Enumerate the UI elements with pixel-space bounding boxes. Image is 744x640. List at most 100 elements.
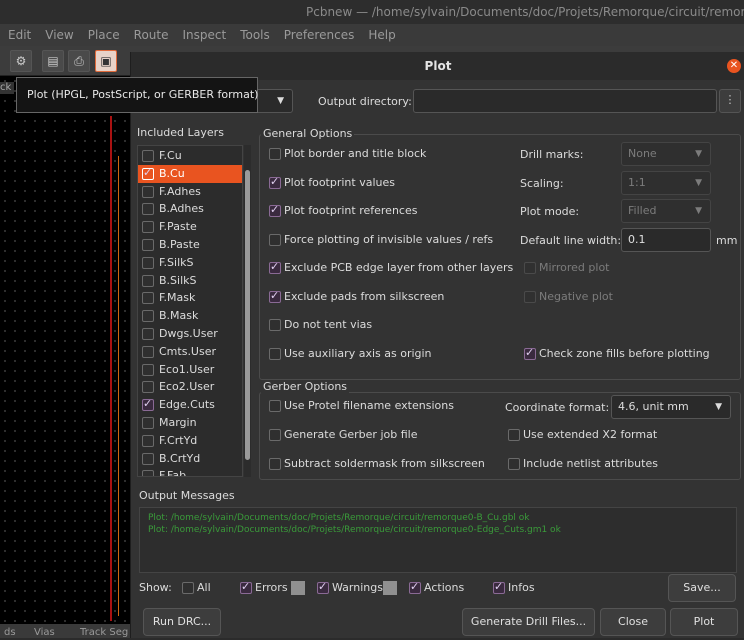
- layer-checkbox[interactable]: [142, 292, 154, 305]
- generate-drill-files-button[interactable]: Generate Drill Files...: [462, 608, 595, 636]
- layers-scroll-thumb[interactable]: [245, 170, 250, 460]
- show-actions-option[interactable]: Actions: [409, 580, 479, 596]
- save-messages-button[interactable]: Save...: [668, 574, 736, 602]
- general-option-checkbox[interactable]: [269, 148, 281, 160]
- layer-checkbox[interactable]: [142, 397, 154, 412]
- general-option[interactable]: Do not tent vias: [269, 317, 509, 333]
- extended-x2-checkbox[interactable]: [508, 429, 520, 441]
- layer-checkbox[interactable]: [142, 203, 154, 216]
- menu-help[interactable]: Help: [368, 24, 395, 46]
- show-warnings-checkbox[interactable]: [317, 580, 329, 594]
- layer-checkbox[interactable]: [142, 256, 154, 269]
- show-errors-checkbox[interactable]: [240, 580, 252, 594]
- general-option[interactable]: Plot border and title block: [269, 146, 509, 162]
- layer-item[interactable]: Eco2.User: [138, 378, 242, 396]
- check-zone-fills-checkbox[interactable]: [524, 346, 536, 360]
- general-option[interactable]: Force plotting of invisible values / ref…: [269, 232, 509, 248]
- general-option-checkbox[interactable]: [269, 203, 281, 217]
- menu-edit[interactable]: Edit: [8, 24, 31, 46]
- layers-list[interactable]: F.Cu B.Cu F.Adhes B.Adhes F.Paste B.Paste F.Si…: [137, 145, 243, 477]
- layer-checkbox[interactable]: [142, 417, 154, 429]
- general-option[interactable]: Plot footprint references: [269, 203, 509, 219]
- general-option-checkbox[interactable]: [269, 175, 281, 189]
- output-messages-panel[interactable]: Plot: /home/sylvain/Documents/doc/Projet…: [139, 507, 737, 573]
- subtract-soldermask-option[interactable]: Subtract soldermask from silkscreen: [269, 456, 499, 472]
- general-option[interactable]: Use auxiliary axis as origin: [269, 346, 509, 362]
- mirrored-plot-checkbox[interactable]: [524, 262, 536, 274]
- protel-extensions-checkbox[interactable]: [269, 400, 281, 412]
- layer-checkbox[interactable]: [142, 274, 154, 287]
- menu-route[interactable]: Route: [134, 24, 169, 46]
- layer-item[interactable]: F.Adhes: [138, 183, 242, 201]
- plot-mode-select[interactable]: Filled ▼: [621, 199, 711, 223]
- layer-checkbox[interactable]: [142, 345, 154, 358]
- page-settings-icon[interactable]: ▤: [42, 50, 64, 72]
- layer-item[interactable]: Margin: [138, 414, 242, 432]
- general-option-checkbox[interactable]: [269, 289, 281, 303]
- negative-plot-option[interactable]: Negative plot: [524, 289, 704, 305]
- show-infos-checkbox[interactable]: [493, 580, 505, 594]
- layer-item[interactable]: F.Fab: [138, 467, 242, 476]
- pcb-canvas[interactable]: [0, 76, 130, 624]
- output-directory-input[interactable]: [413, 89, 717, 113]
- menu-inspect[interactable]: Inspect: [182, 24, 226, 46]
- layer-checkbox[interactable]: [142, 310, 154, 323]
- plot-icon[interactable]: ▣: [95, 50, 117, 72]
- layer-checkbox[interactable]: [142, 166, 154, 180]
- coordinate-format-select[interactable]: 4.6, unit mm ▼: [611, 395, 731, 419]
- layer-item[interactable]: B.Mask: [138, 307, 242, 325]
- layer-item[interactable]: F.Mask: [138, 289, 242, 307]
- check-zone-fills-option[interactable]: Check zone fills before plotting: [524, 346, 724, 362]
- print-icon[interactable]: ⎙: [68, 50, 90, 72]
- layer-item[interactable]: F.SilkS: [138, 254, 242, 272]
- netlist-attributes-checkbox[interactable]: [508, 458, 520, 470]
- scaling-select[interactable]: 1:1 ▼: [621, 171, 711, 195]
- gerber-job-file-option[interactable]: Generate Gerber job file: [269, 427, 499, 443]
- close-button[interactable]: Close: [600, 608, 666, 636]
- show-infos-option[interactable]: Infos: [493, 580, 553, 596]
- general-option[interactable]: Exclude pads from silkscreen: [269, 289, 509, 305]
- general-option[interactable]: Exclude PCB edge layer from other layers: [269, 260, 513, 276]
- layer-checkbox[interactable]: [142, 381, 154, 394]
- layer-item[interactable]: F.Cu: [138, 147, 242, 165]
- layer-checkbox[interactable]: [142, 328, 154, 340]
- negative-plot-checkbox[interactable]: [524, 291, 536, 303]
- menu-place[interactable]: Place: [88, 24, 120, 46]
- layer-item[interactable]: F.Paste: [138, 218, 242, 236]
- show-warnings-option[interactable]: Warnings: [317, 580, 387, 596]
- layer-checkbox[interactable]: [142, 452, 154, 465]
- plot-button[interactable]: Plot: [670, 608, 738, 636]
- extended-x2-option[interactable]: Use extended X2 format: [508, 427, 708, 443]
- mirrored-plot-option[interactable]: Mirrored plot: [524, 260, 704, 276]
- layer-item[interactable]: B.Adhes: [138, 200, 242, 218]
- subtract-soldermask-checkbox[interactable]: [269, 458, 281, 470]
- layer-checkbox[interactable]: [142, 470, 154, 476]
- drill-marks-select[interactable]: None ▼: [621, 142, 711, 166]
- layer-checkbox[interactable]: [142, 150, 154, 162]
- layer-checkbox[interactable]: [142, 221, 154, 234]
- show-all-checkbox[interactable]: [182, 582, 194, 594]
- gerber-job-file-checkbox[interactable]: [269, 429, 281, 441]
- layer-item[interactable]: B.SilkS: [138, 272, 242, 290]
- general-option-checkbox[interactable]: [269, 319, 281, 331]
- layer-checkbox[interactable]: [142, 185, 154, 198]
- menu-view[interactable]: View: [45, 24, 73, 46]
- close-icon[interactable]: ✕: [727, 59, 741, 73]
- netlist-attributes-option[interactable]: Include netlist attributes: [508, 456, 708, 472]
- menu-preferences[interactable]: Preferences: [284, 24, 355, 46]
- layer-item[interactable]: Cmts.User: [138, 343, 242, 361]
- general-option-checkbox[interactable]: [269, 348, 281, 360]
- layer-checkbox[interactable]: [142, 434, 154, 447]
- show-actions-checkbox[interactable]: [409, 580, 421, 594]
- general-option[interactable]: Plot footprint values: [269, 175, 509, 191]
- general-option-checkbox[interactable]: [269, 260, 281, 274]
- layer-item[interactable]: B.Cu: [138, 164, 242, 183]
- layer-item[interactable]: F.CrtYd: [138, 432, 242, 450]
- layer-item[interactable]: Dwgs.User: [138, 325, 242, 343]
- layer-checkbox[interactable]: [142, 239, 154, 251]
- run-drc-button[interactable]: Run DRC...: [143, 608, 221, 636]
- layer-item[interactable]: B.CrtYd: [138, 450, 242, 468]
- gear-icon[interactable]: ⚙: [10, 50, 32, 72]
- general-option-checkbox[interactable]: [269, 234, 281, 246]
- protel-extensions-option[interactable]: Use Protel filename extensions: [269, 398, 499, 414]
